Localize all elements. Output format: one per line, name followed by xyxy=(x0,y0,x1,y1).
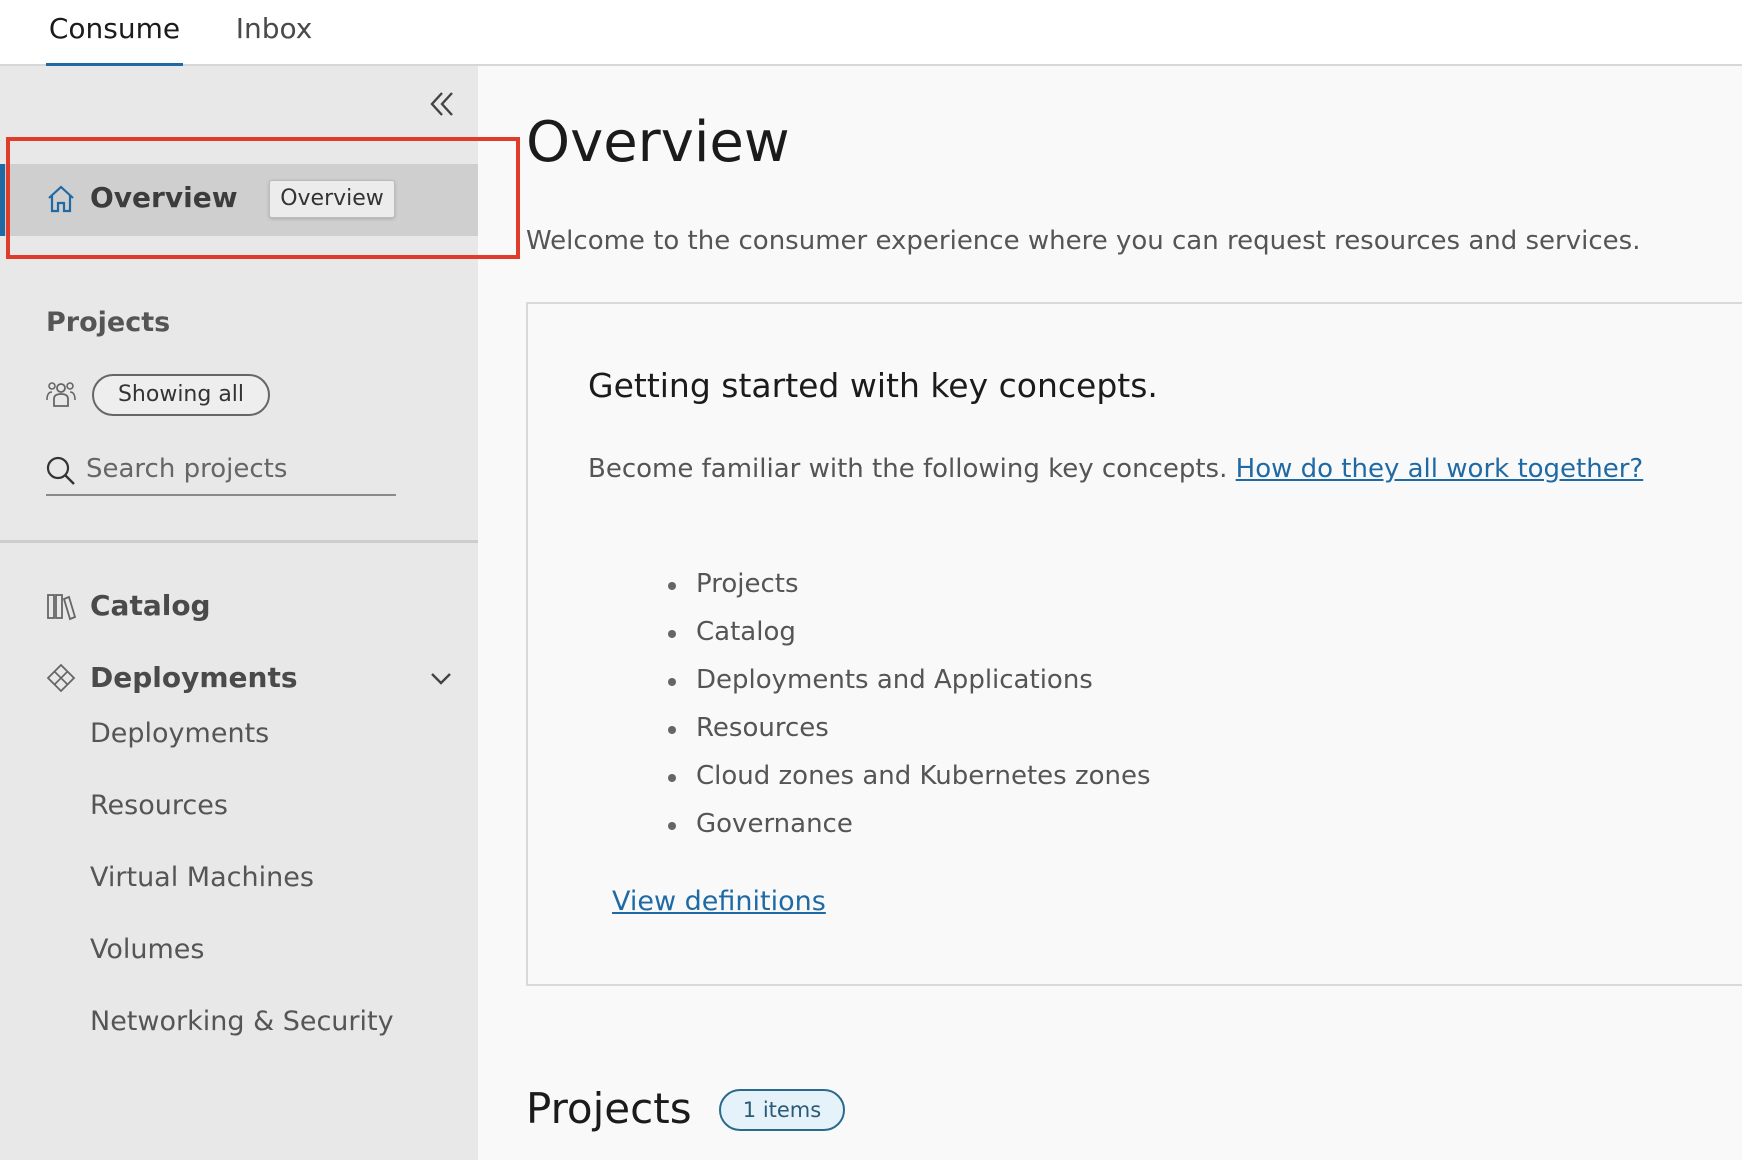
people-icon xyxy=(46,382,76,407)
sidebar-subitem-virtual-machines[interactable]: Virtual Machines xyxy=(90,862,314,893)
books-icon xyxy=(47,594,76,621)
search-projects-field xyxy=(46,444,396,496)
view-definitions-link[interactable]: View definitions xyxy=(612,886,826,917)
sidebar-divider xyxy=(0,540,478,543)
collapse-sidebar-button[interactable] xyxy=(424,86,460,122)
card-intro: Become familiar with the following key c… xyxy=(588,454,1643,484)
sidebar-subitem-volumes[interactable]: Volumes xyxy=(90,934,205,965)
home-icon xyxy=(48,185,74,213)
list-item: Cloud zones and Kubernetes zones xyxy=(668,758,1151,806)
sidebar-subitem-resources[interactable]: Resources xyxy=(90,790,228,821)
getting-started-card: Getting started with key concepts. Becom… xyxy=(526,302,1742,986)
projects-section-title: Projects xyxy=(526,1084,692,1133)
list-item: Projects xyxy=(668,566,1151,614)
top-tab-bar: Consume Inbox xyxy=(0,0,1742,68)
sidebar-item-label: Overview xyxy=(90,181,238,214)
sidebar-item-label: Catalog xyxy=(90,589,211,622)
sidebar-item-deployments[interactable]: Deployments xyxy=(0,648,478,708)
search-icon xyxy=(46,456,75,485)
sidebar-item-label: Deployments xyxy=(90,661,298,694)
deployments-icon xyxy=(46,663,76,693)
projects-filter-button[interactable]: Showing all xyxy=(92,374,270,416)
search-input[interactable] xyxy=(86,448,386,490)
sidebar-item-catalog[interactable]: Catalog xyxy=(0,576,478,636)
overview-tooltip: Overview xyxy=(269,180,395,218)
sidebar-item-overview[interactable]: Overview xyxy=(0,164,478,236)
welcome-text: Welcome to the consumer experience where… xyxy=(526,226,1641,256)
main-content: Overview Welcome to the consumer experie… xyxy=(478,66,1742,1160)
sidebar: Overview Projects Showing all Catalog De… xyxy=(0,66,478,1160)
tab-consume[interactable]: Consume xyxy=(46,0,183,68)
projects-count-badge: 1 items xyxy=(719,1089,845,1131)
list-item: Governance xyxy=(668,806,1151,854)
list-item: Resources xyxy=(668,710,1151,758)
how-they-work-link[interactable]: How do they all work together? xyxy=(1236,454,1644,484)
chevron-down-icon[interactable] xyxy=(428,666,454,692)
sidebar-subitem-networking-security[interactable]: Networking & Security xyxy=(90,1006,394,1037)
list-item: Catalog xyxy=(668,614,1151,662)
card-intro-text: Become familiar with the following key c… xyxy=(588,454,1228,484)
double-chevron-left-icon xyxy=(430,92,453,116)
sidebar-subitem-deployments[interactable]: Deployments xyxy=(90,718,269,749)
tab-inbox[interactable]: Inbox xyxy=(228,0,320,66)
page-title: Overview xyxy=(526,110,790,175)
projects-heading: Projects xyxy=(46,307,171,338)
card-title: Getting started with key concepts. xyxy=(588,366,1158,405)
concepts-list: Projects Catalog Deployments and Applica… xyxy=(668,566,1151,854)
list-item: Deployments and Applications xyxy=(668,662,1151,710)
